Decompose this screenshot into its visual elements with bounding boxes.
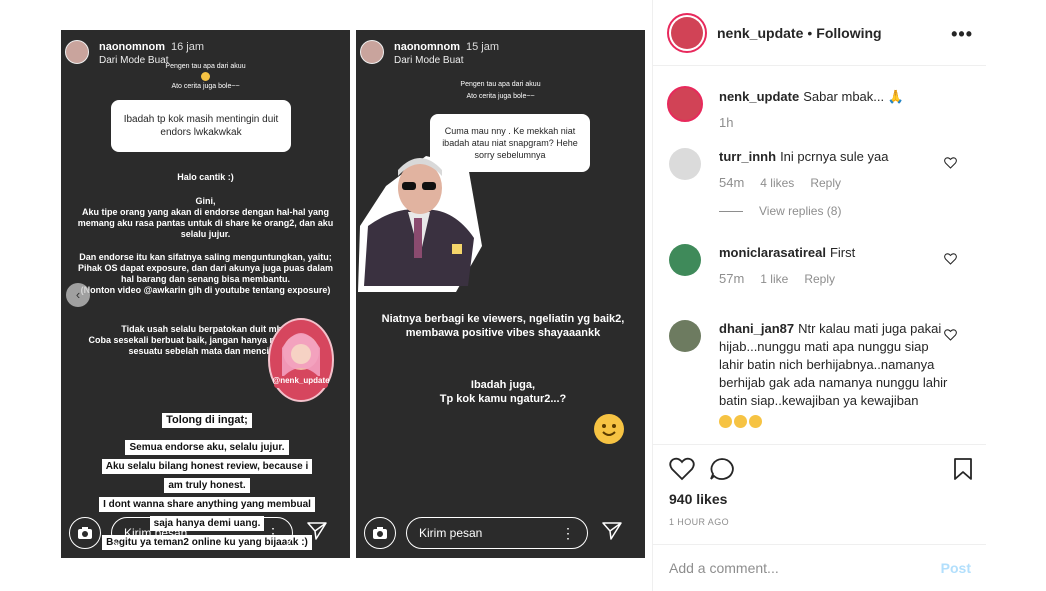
heart-icon[interactable] (944, 328, 957, 346)
camera-icon[interactable] (364, 517, 396, 549)
heart-icon[interactable] (944, 252, 957, 270)
post-actions: 940 likes 1 HOUR AGO (653, 444, 987, 544)
story-username: naonomnom (394, 41, 460, 53)
post-comment-button[interactable]: Post (941, 560, 971, 576)
comment-username[interactable]: moniclarasatireal (719, 245, 826, 260)
reply-button[interactable]: Reply (804, 270, 835, 288)
answer-paragraph-2: Dan endorse itu kan sifatnya saling meng… (77, 252, 334, 295)
heart-icon[interactable] (944, 156, 957, 174)
message-placeholder: Kirim pesan (419, 526, 483, 540)
author-avatar[interactable] (667, 12, 707, 53)
comment-icon[interactable] (709, 457, 735, 486)
comment-item: moniclarasatireal First 57m 1 like Reply (669, 244, 969, 304)
answer-paragraph-2: Ibadah juga, Tp kok kamu ngatur2...? (439, 379, 567, 405)
story-header: naonomnom 15 jam Dari Mode Buat (360, 40, 499, 68)
story-prompt-line-1: Pengen tau apa dari akuu (460, 81, 541, 88)
watermark-text: @nenk_update (272, 376, 330, 385)
story-mode: Dari Mode Buat (394, 55, 464, 66)
highlight-line: Tolong di ingat; (162, 413, 252, 428)
bookmark-icon[interactable] (953, 457, 973, 486)
avatar[interactable] (667, 86, 703, 122)
comment-time[interactable]: 1h (719, 114, 733, 132)
comment-username[interactable]: dhani_jan87 (719, 321, 794, 336)
story-prompt-line-2: Ato cerita juga bole~~ (466, 93, 535, 100)
nenk-update-watermark: @nenk_update (268, 318, 334, 402)
following-button[interactable]: Following (816, 25, 881, 41)
highlight-line: am truly honest. (164, 478, 250, 493)
send-message-input[interactable]: Kirim pesan ⋮ (111, 517, 293, 549)
post-media: naonomnom 16 jam Dari Mode Buat Pengen ta… (0, 0, 652, 591)
story-prompt-line-1: Pengen tau apa dari akuu (165, 63, 246, 70)
more-options-icon[interactable]: ••• (951, 24, 973, 45)
comment-likes[interactable]: 1 like (760, 270, 788, 288)
more-options-icon[interactable]: ⋮ (561, 525, 575, 542)
comment-time[interactable]: 54m (719, 174, 744, 192)
crying-emoji-icon (719, 412, 949, 430)
story-time: 15 jam (466, 41, 500, 53)
comment-time[interactable]: 57m (719, 270, 744, 288)
caption: nenk_update Sabar mbak... 🙏 1h (667, 86, 969, 148)
comment-text: Ini pcrnya sule yaa (780, 149, 889, 164)
question-text: Ibadah tp kok masih mentingin duit endor… (123, 114, 279, 138)
add-comment-bar: Add a comment... Post (653, 544, 987, 591)
likes-count[interactable]: 940 likes (669, 491, 727, 507)
like-heart-icon[interactable] (669, 457, 695, 486)
story-time: 16 jam (171, 41, 205, 53)
view-replies-button[interactable]: View replies (8) (719, 202, 949, 220)
comments-list: nenk_update Sabar mbak... 🙏 1h turr_innh I… (653, 66, 987, 444)
question-box: Ibadah tp kok masih mentingin duit endor… (111, 100, 291, 152)
comment-item: dhani_jan87 Ntr kalau mati juga pakai hij… (669, 320, 969, 444)
story-username: naonomnom (99, 41, 165, 53)
add-comment-input[interactable]: Add a comment... (669, 560, 779, 576)
comment-text: Sabar mbak... (803, 89, 885, 104)
send-icon[interactable] (602, 521, 622, 545)
story-prompt-line-2: Ato cerita juga bole~~ (171, 83, 240, 90)
comment-item: turr_innh Ini pcrnya sule yaa 54m 4 likes R… (669, 148, 969, 228)
highlight-line: Aku selalu bilang honest review, because… (101, 459, 313, 474)
highlight-line: Semua endorse aku, selalu jujur. (125, 440, 289, 455)
story-avatar (65, 40, 89, 64)
instagram-post-page: naonomnom 16 jam Dari Mode Buat Pengen ta… (0, 0, 1046, 591)
story-reply-bar: Kirim pesan ⋮ (61, 508, 350, 558)
post-timestamp[interactable]: 1 HOUR AGO (669, 517, 729, 527)
answer-paragraph-1: Gini, Aku tipe orang yang akan di endors… (77, 196, 334, 239)
separator-dot: • (807, 24, 813, 41)
comment-text: First (829, 245, 856, 260)
reply-button[interactable]: Reply (810, 174, 841, 192)
view-replies-label: View replies (8) (759, 204, 842, 218)
post-header: nenk_update • Following ••• (653, 0, 987, 66)
send-message-input[interactable]: Kirim pesan ⋮ (406, 517, 588, 549)
story-screenshot-1: naonomnom 16 jam Dari Mode Buat Pengen ta… (61, 30, 350, 558)
person-sticker (356, 126, 484, 294)
comment-username[interactable]: turr_innh (719, 149, 776, 164)
story-avatar (360, 40, 384, 64)
story-screenshot-2: naonomnom 15 jam Dari Mode Buat Pengen ta… (356, 30, 645, 558)
more-options-icon[interactable]: ⋮ (266, 525, 280, 542)
page-margin (986, 0, 1046, 591)
post-side-panel: nenk_update • Following ••• nenk_update S… (652, 0, 987, 591)
author-username[interactable]: nenk_update (717, 25, 803, 41)
camera-icon[interactable] (69, 517, 101, 549)
smiley-emoji-icon (594, 414, 624, 444)
previous-image-button[interactable]: ‹ (66, 283, 90, 307)
folded-hands-emoji-icon: 🙏 (887, 89, 904, 104)
comment-likes[interactable]: 4 likes (760, 174, 794, 192)
message-placeholder: Kirim pesan (124, 526, 188, 540)
avatar[interactable] (669, 320, 701, 352)
answer-paragraph-1: Niatnya berbagi ke viewers, ngeliatin yg… (381, 313, 625, 339)
avatar[interactable] (669, 244, 701, 276)
comment-username[interactable]: nenk_update (719, 89, 799, 104)
answer-greeting: Halo cantik :) (177, 172, 234, 182)
smile-emoji-icon (61, 72, 350, 82)
avatar[interactable] (669, 148, 701, 180)
send-icon[interactable] (307, 521, 327, 545)
story-reply-bar: Kirim pesan ⋮ (356, 508, 645, 558)
